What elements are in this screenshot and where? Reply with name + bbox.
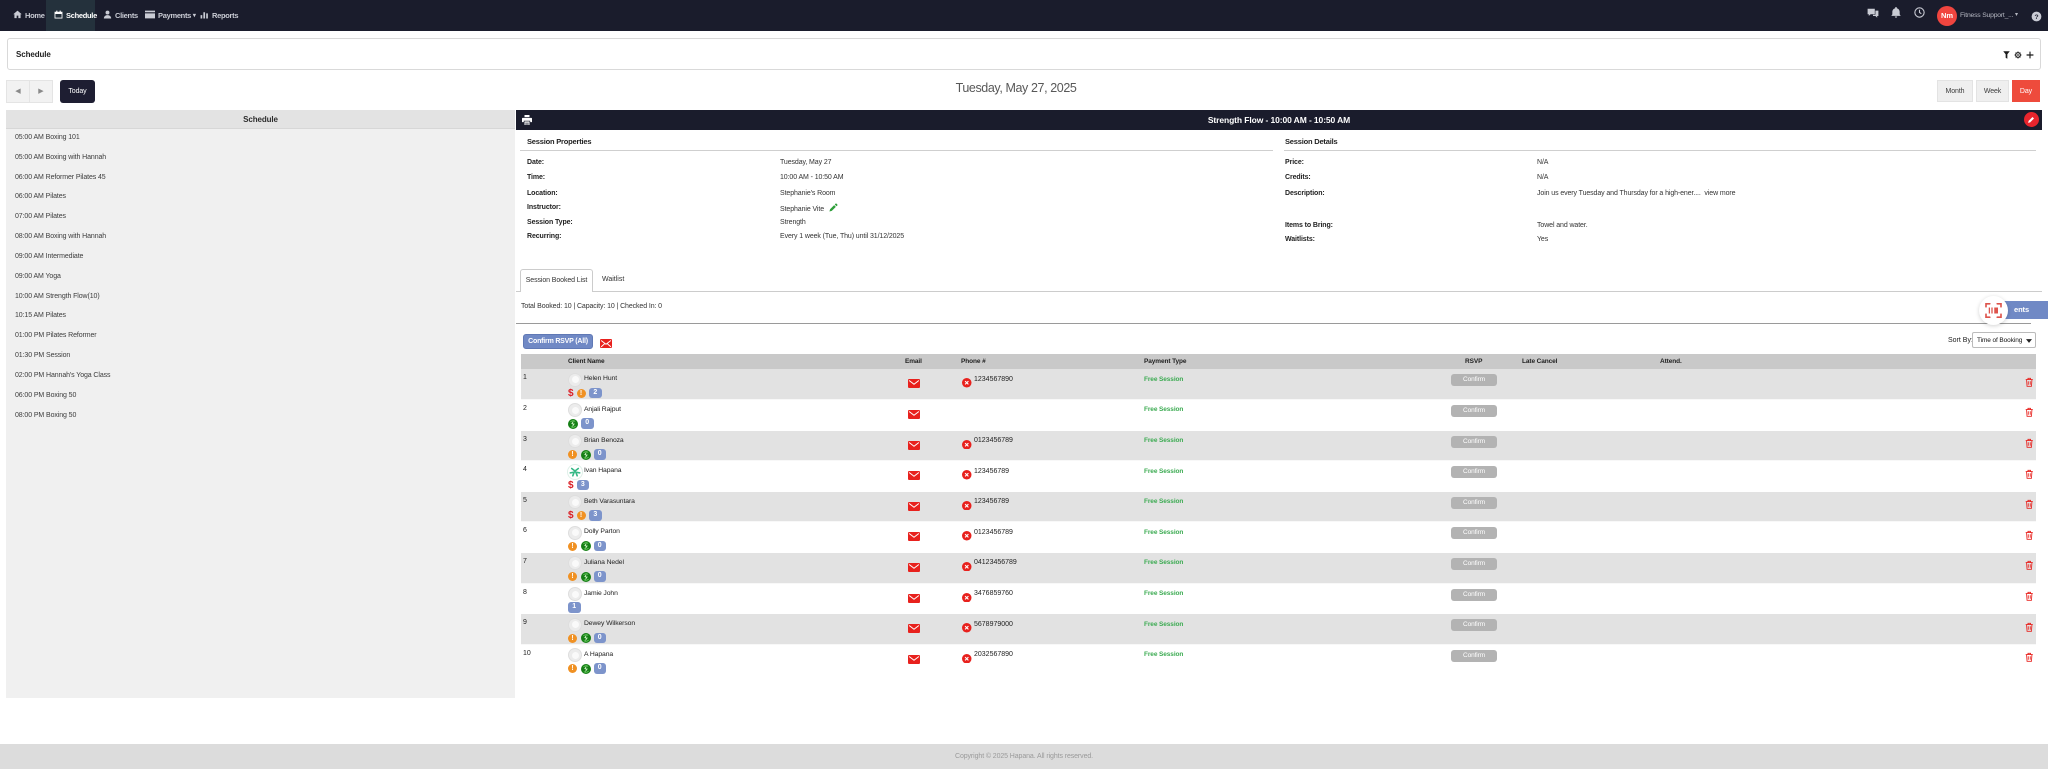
- svg-text:?: ?: [2035, 13, 2039, 20]
